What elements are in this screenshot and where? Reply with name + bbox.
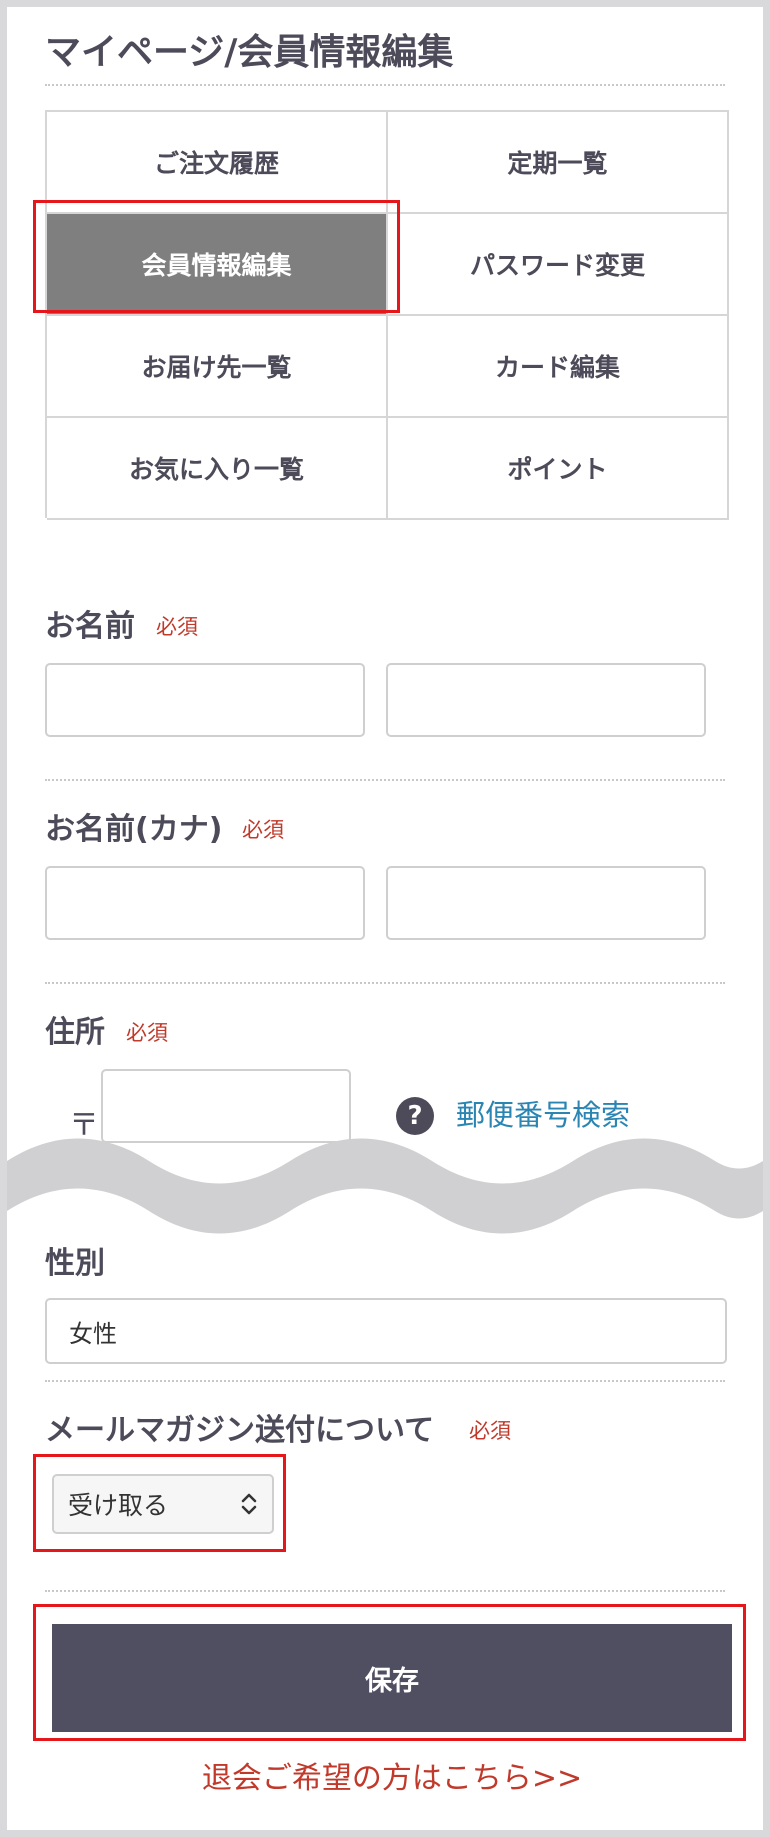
save-button[interactable]: 保存 bbox=[52, 1624, 732, 1732]
first-name-kana-input[interactable] bbox=[386, 866, 706, 940]
tab-card-edit[interactable]: カード編集 bbox=[388, 316, 729, 418]
required-badge: 必須 bbox=[242, 818, 284, 842]
divider bbox=[45, 779, 725, 781]
page-title: マイページ/会員情報編集 bbox=[45, 32, 454, 73]
magazine-select[interactable]: 受け取る bbox=[52, 1474, 274, 1534]
divider bbox=[45, 1590, 725, 1592]
magazine-label: メールマガジン送付について bbox=[45, 1413, 435, 1448]
withdraw-link[interactable]: 退会ご希望の方はこちら>> bbox=[7, 1757, 763, 1801]
tab-subscription-list[interactable]: 定期一覧 bbox=[388, 112, 729, 214]
tab-delivery-addresses[interactable]: お届け先一覧 bbox=[47, 316, 388, 418]
divider bbox=[45, 84, 725, 86]
divider bbox=[45, 982, 725, 984]
page: マイページ/会員情報編集 ご注文履歴 定期一覧 会員情報編集 パスワード変更 お… bbox=[7, 7, 763, 1830]
divider bbox=[45, 1380, 725, 1382]
gender-field[interactable]: 女性 bbox=[45, 1298, 727, 1364]
tab-password-change[interactable]: パスワード変更 bbox=[388, 214, 729, 316]
required-badge: 必須 bbox=[126, 1021, 168, 1045]
first-name-input[interactable] bbox=[386, 663, 706, 737]
last-name-input[interactable] bbox=[45, 663, 365, 737]
required-badge: 必須 bbox=[156, 615, 198, 639]
gender-label: 性別 bbox=[45, 1246, 105, 1281]
name-label: お名前 bbox=[45, 609, 135, 644]
required-badge: 必須 bbox=[469, 1419, 511, 1443]
magazine-selected-value: 受け取る bbox=[68, 1491, 169, 1520]
address-label: 住所 bbox=[45, 1015, 105, 1050]
name-kana-label: お名前(カナ) bbox=[45, 812, 223, 847]
last-name-kana-input[interactable] bbox=[45, 866, 365, 940]
tab-favorites[interactable]: お気に入り一覧 bbox=[47, 418, 388, 520]
tab-member-info-edit[interactable]: 会員情報編集 bbox=[47, 214, 388, 316]
tab-order-history[interactable]: ご注文履歴 bbox=[47, 112, 388, 214]
chevron-up-down-icon bbox=[241, 1493, 257, 1515]
tab-points[interactable]: ポイント bbox=[388, 418, 729, 520]
question-circle-icon[interactable]: ? bbox=[396, 1097, 434, 1135]
omission-wave bbox=[7, 1138, 763, 1234]
mypage-tab-grid: ご注文履歴 定期一覧 会員情報編集 パスワード変更 お届け先一覧 カード編集 お… bbox=[45, 110, 729, 520]
